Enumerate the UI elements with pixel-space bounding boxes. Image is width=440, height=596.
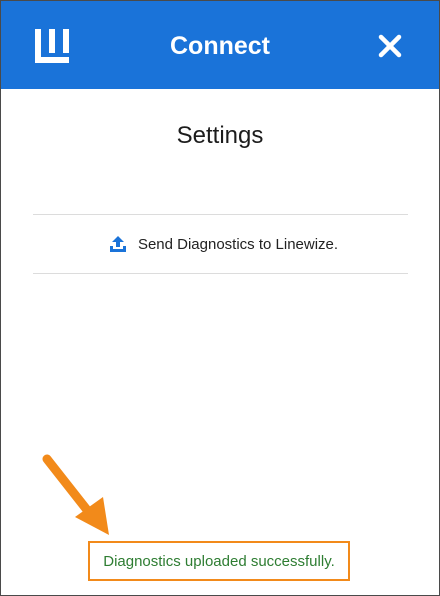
send-diagnostics-label: Send Diagnostics to Linewize. <box>137 235 339 253</box>
app-title: Connect <box>170 32 270 60</box>
status-highlight-box: Diagnostics uploaded successfully. <box>88 541 350 581</box>
status-message: Diagnostics uploaded successfully. <box>103 552 335 570</box>
arrow-icon <box>42 454 109 535</box>
page-title: Settings <box>176 122 264 149</box>
close-icon[interactable] <box>378 34 402 58</box>
upload-icon <box>109 236 126 252</box>
header-bar: Connect <box>1 1 439 89</box>
connect-window: Connect Settings Send Diagnostics to Lin… <box>0 0 440 596</box>
send-diagnostics-button[interactable]: Send Diagnostics to Linewize. <box>33 214 408 274</box>
